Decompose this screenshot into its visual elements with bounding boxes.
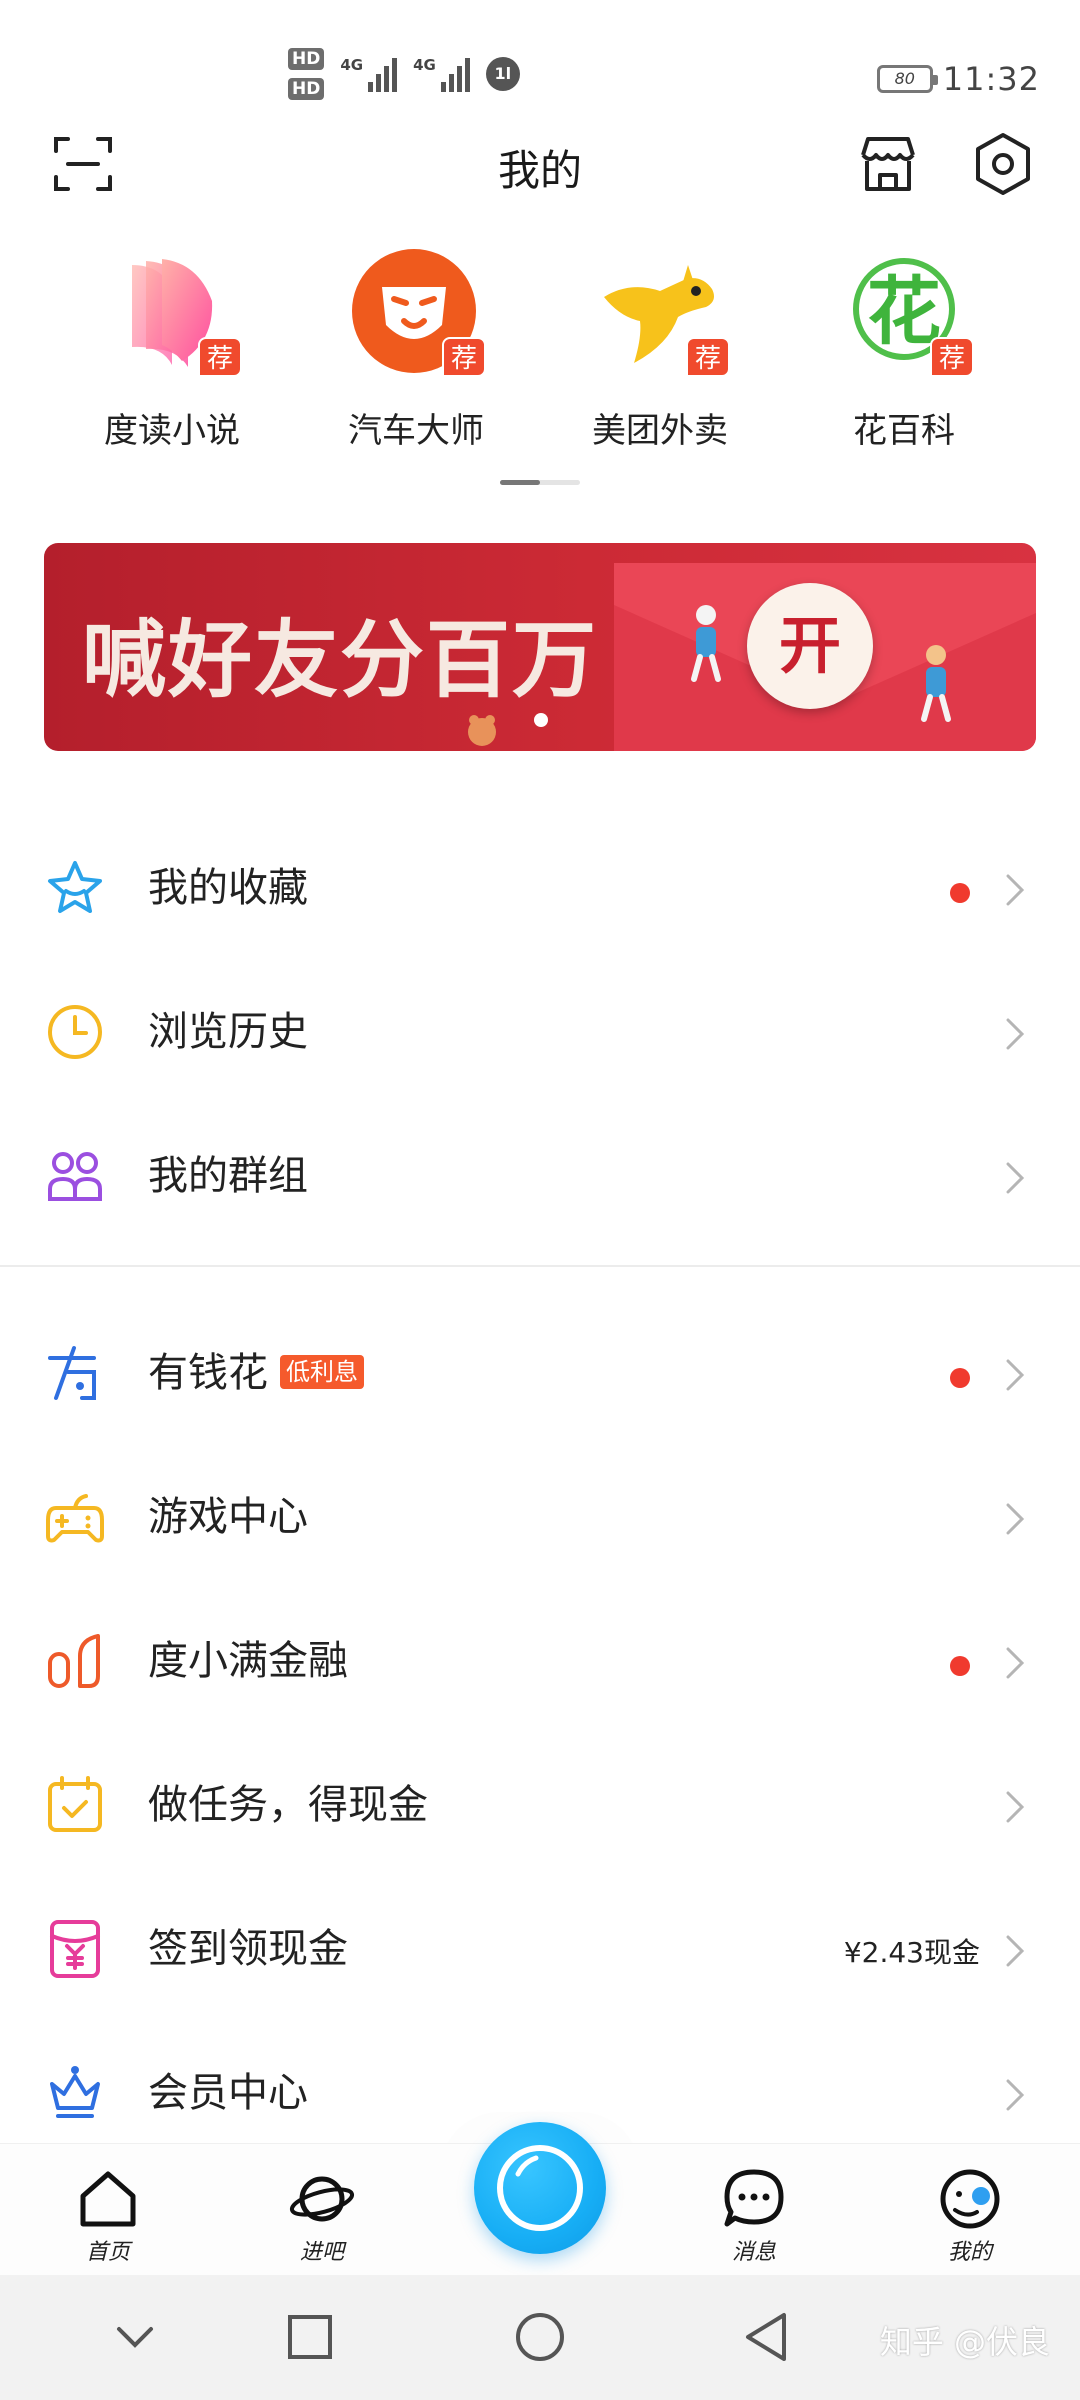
hd-badge-2: HD: [288, 78, 325, 100]
page-indicator: [500, 480, 580, 485]
app-shortcut-car-master[interactable]: 荐 汽车大师: [316, 245, 516, 452]
menu-item-history[interactable]: 浏览历史: [0, 956, 1080, 1096]
notification-dot: [950, 1656, 970, 1676]
task-calendar-icon: [48, 1776, 102, 1832]
chevron-right-icon: [1006, 1359, 1025, 1391]
recent-apps-icon[interactable]: [280, 2307, 340, 2367]
menu-label: 游戏中心: [148, 1494, 308, 1540]
app-shortcut-meituan-waimai[interactable]: 荐 美团外卖: [560, 245, 760, 452]
menu-item-youqianhua[interactable]: 有钱花 低利息: [0, 1297, 1080, 1437]
section-divider: [0, 1265, 1080, 1267]
nav-label: 首页: [85, 2240, 130, 2265]
status-right: 80 11:32: [876, 60, 1040, 98]
back-triangle-icon[interactable]: [738, 2307, 798, 2367]
camera-lens-button[interactable]: [474, 2122, 606, 2254]
menu-label: 浏览历史: [148, 1009, 308, 1055]
app-label: 汽车大师: [348, 411, 484, 451]
nav-label: 进吧: [299, 2240, 344, 2265]
app-label: 美团外卖: [592, 411, 728, 451]
clock-icon: [48, 1005, 102, 1059]
nav-profile[interactable]: 我的: [910, 2166, 1030, 2266]
home-circle-icon[interactable]: [510, 2307, 570, 2367]
menu-label: 度小满金融: [148, 1638, 348, 1684]
menu-label: 我的群组: [148, 1153, 308, 1199]
nav-tieba[interactable]: 进吧: [262, 2166, 382, 2266]
menu-label: 会员中心: [148, 2070, 308, 2116]
app-label: 花百科: [853, 411, 955, 451]
runner-figure-icon-2: [921, 645, 951, 722]
finance-icon: [48, 1634, 100, 1688]
app-shortcuts: 荐 度读小说 荐 汽车大师 荐 美团外卖 花 荐 花百科: [0, 245, 1080, 455]
chevron-right-icon: [1006, 1791, 1025, 1823]
chevron-right-icon: [1006, 1162, 1025, 1194]
star-icon: [48, 861, 102, 913]
menu-item-favorites[interactable]: 我的收藏: [0, 812, 1080, 952]
watermark: 知乎 @伏良: [879, 2323, 1050, 2361]
notification-dot: [950, 1368, 970, 1388]
page-header: 我的: [0, 125, 1080, 210]
battery-icon: 80: [876, 65, 938, 93]
planet-icon: [289, 2176, 355, 2222]
chevron-right-icon: [1006, 1018, 1025, 1050]
store-icon[interactable]: [853, 129, 923, 199]
signal-icon-2: 4G: [413, 56, 470, 92]
app-shortcut-flower-encyclopedia[interactable]: 花 荐 花百科: [804, 245, 1004, 452]
signal-icon-1: 4G: [340, 56, 398, 92]
menu-item-game-center[interactable]: 游戏中心: [0, 1441, 1080, 1581]
recommend-badge: 荐: [198, 337, 242, 377]
system-navigation-bar: 知乎 @伏良: [0, 2275, 1080, 2400]
chevron-right-icon: [1006, 1647, 1025, 1679]
group-icon: [48, 1152, 102, 1201]
nav-home[interactable]: 首页: [48, 2166, 168, 2266]
promo-banner[interactable]: 喊好友分百万 开: [44, 543, 1036, 751]
open-envelope-button[interactable]: 开: [747, 583, 873, 709]
chevron-right-icon: [1006, 2079, 1025, 2111]
recommend-badge: 荐: [442, 337, 486, 377]
cash-envelope-icon: [50, 1920, 100, 1978]
profile-face-icon: [940, 2169, 1000, 2229]
menu-item-duxiaoman-finance[interactable]: 度小满金融: [0, 1585, 1080, 1725]
menu-label: 签到领现金: [148, 1926, 348, 1972]
status-left: HD HD 4G 4G 1l: [288, 48, 520, 100]
runner-figure-icon: [691, 605, 721, 682]
camera-lens-icon: [497, 2145, 583, 2231]
chevron-down-icon[interactable]: [105, 2307, 165, 2367]
chevron-right-icon: [1006, 1503, 1025, 1535]
hd-badge-1: HD: [288, 48, 325, 70]
notification-dot: [950, 883, 970, 903]
cash-amount: ¥2.43现金: [843, 1936, 980, 1969]
menu-item-checkin-cash[interactable]: 签到领现金 ¥2.43现金: [0, 1873, 1080, 2013]
status-time: 11:32: [942, 60, 1040, 98]
crown-icon: [50, 2066, 100, 2118]
recommend-badge: 荐: [686, 337, 730, 377]
nav-label: 消息: [731, 2240, 776, 2265]
nav-messages[interactable]: 消息: [694, 2166, 814, 2266]
mascot-icon: [468, 715, 496, 746]
app-shortcut-dudu-novel[interactable]: 荐 度读小说: [72, 245, 272, 452]
money-icon: [48, 1346, 96, 1400]
nav-label: 我的: [947, 2240, 992, 2265]
banner-title: 喊好友分百万: [82, 611, 599, 709]
app-label: 度读小说: [104, 411, 240, 451]
message-icon: [724, 2169, 784, 2227]
banner-page-dot: [534, 713, 548, 727]
menu-label: 做任务，得现金: [148, 1782, 428, 1828]
gamepad-icon: [46, 1494, 104, 1543]
data-transfer-icon: 1l: [485, 57, 520, 91]
home-icon: [80, 2171, 136, 2227]
chevron-right-icon: [1006, 1935, 1025, 1967]
menu-label: 我的收藏: [148, 865, 308, 911]
menu-item-groups[interactable]: 我的群组: [0, 1100, 1080, 1240]
recommend-badge: 荐: [930, 337, 974, 377]
chevron-right-icon: [1006, 874, 1025, 906]
menu-label: 有钱花 低利息: [148, 1347, 364, 1399]
status-bar: HD HD 4G 4G 1l 80 11:32: [0, 0, 1080, 125]
settings-icon[interactable]: [968, 129, 1038, 199]
low-interest-tag: 低利息: [280, 1355, 364, 1389]
menu-item-tasks-cash[interactable]: 做任务，得现金: [0, 1729, 1080, 1869]
